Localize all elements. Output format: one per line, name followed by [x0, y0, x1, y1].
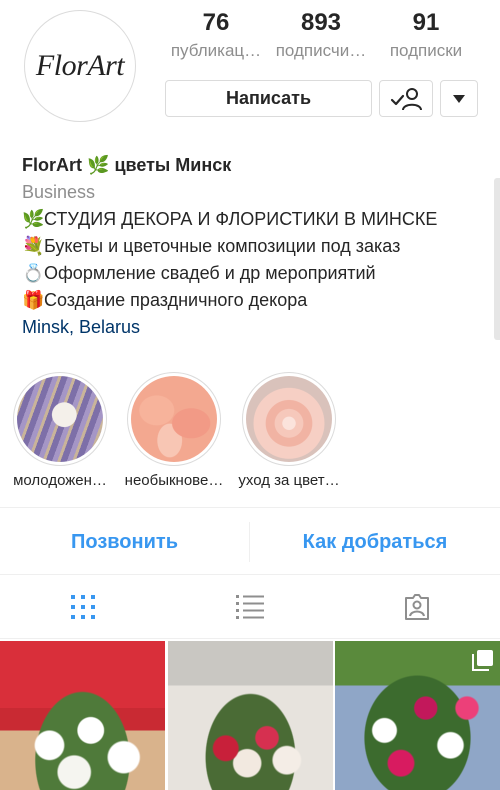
post-image [0, 641, 165, 790]
contact-action-bar: Позвонить Как добраться [0, 507, 500, 575]
highlight-caption: уход за цвет… [238, 472, 340, 489]
highlight-ring [13, 372, 107, 466]
list-icon [236, 595, 264, 619]
name-emoji: 🌿 [87, 155, 110, 175]
more-options-button[interactable] [440, 80, 478, 117]
highlight-image [131, 376, 217, 462]
triangle-down-icon [453, 94, 465, 103]
herb-icon: 🌿 [22, 209, 45, 229]
stat-followers[interactable]: 893 подписчи… [265, 8, 377, 64]
post-thumbnail[interactable] [0, 641, 165, 790]
bio-line-text: Создание праздничного декора [44, 290, 308, 310]
post-thumbnail[interactable] [168, 641, 333, 790]
grid-icon [71, 595, 95, 619]
stat-following[interactable]: 91 подписки [370, 8, 482, 64]
bio-line: 💐Букеты и цветочные композиции под заказ [22, 233, 482, 260]
highlight-caption: необыкнове… [124, 472, 224, 489]
profile-avatar[interactable]: FlorArt [24, 10, 136, 122]
gift-icon: 🎁 [22, 290, 45, 310]
directions-button[interactable]: Как добраться [250, 508, 500, 576]
scroll-edge-indicator [494, 178, 500, 340]
highlight-ring [127, 372, 221, 466]
profile-name: FlorArt [22, 155, 82, 175]
message-button[interactable]: Написать [165, 80, 372, 117]
profile-bio: FlorArt 🌿 цветы Минск Business 🌿СТУДИЯ Д… [22, 152, 482, 341]
post-thumbnail[interactable] [335, 641, 500, 790]
bouquet-icon: 💐 [22, 236, 45, 256]
profile-name-suffix: цветы Минск [114, 155, 232, 175]
following-button[interactable] [379, 80, 433, 117]
highlight-ring [242, 372, 336, 466]
location-link[interactable]: Minsk, Belarus [22, 314, 482, 341]
bio-line-text: СТУДИЯ ДЕКОРА И ФЛОРИСТИКИ В МИНСКЕ [44, 209, 438, 229]
tab-grid[interactable] [0, 575, 166, 639]
avatar-logo-text: FlorArt [35, 49, 125, 82]
bio-line-text: Оформление свадеб и др мероприятий [44, 263, 376, 283]
stat-posts[interactable]: 76 публикац… [160, 8, 272, 64]
highlight-image [246, 376, 332, 462]
highlight-caption: молодожен… [13, 472, 107, 489]
stat-posts-value: 76 [202, 9, 230, 36]
tagged-photo-icon [405, 594, 429, 620]
highlight-image [17, 376, 103, 462]
bio-line: 💍Оформление свадеб и др мероприятий [22, 260, 482, 287]
tab-tagged[interactable] [334, 575, 500, 639]
tab-feed[interactable] [167, 575, 333, 639]
stat-following-value: 91 [412, 9, 440, 36]
bio-line: 🎁Создание праздничного декора [22, 287, 482, 314]
post-image [168, 641, 333, 790]
profile-category: Business [22, 182, 96, 202]
stat-following-label: подписки [389, 41, 463, 60]
story-highlight[interactable]: уход за цвет… [231, 372, 347, 489]
story-highlight[interactable]: необыкнове… [116, 372, 232, 489]
profile-tabs [0, 575, 500, 639]
call-button[interactable]: Позвонить [0, 508, 249, 576]
bio-line: 🌿СТУДИЯ ДЕКОРА И ФЛОРИСТИКИ В МИНСКЕ [22, 206, 482, 233]
multiple-photos-icon [472, 650, 493, 671]
ring-icon: 💍 [22, 263, 45, 283]
bio-line-text: Букеты и цветочные композиции под заказ [44, 236, 401, 256]
person-check-icon [390, 87, 422, 110]
story-highlight[interactable]: молодожен… [2, 372, 118, 489]
stat-followers-label: подписчи… [275, 41, 367, 60]
stat-followers-value: 893 [300, 9, 342, 36]
stat-posts-label: публикац… [170, 41, 262, 60]
profile-name-line: FlorArt 🌿 цветы Минск [22, 152, 482, 179]
